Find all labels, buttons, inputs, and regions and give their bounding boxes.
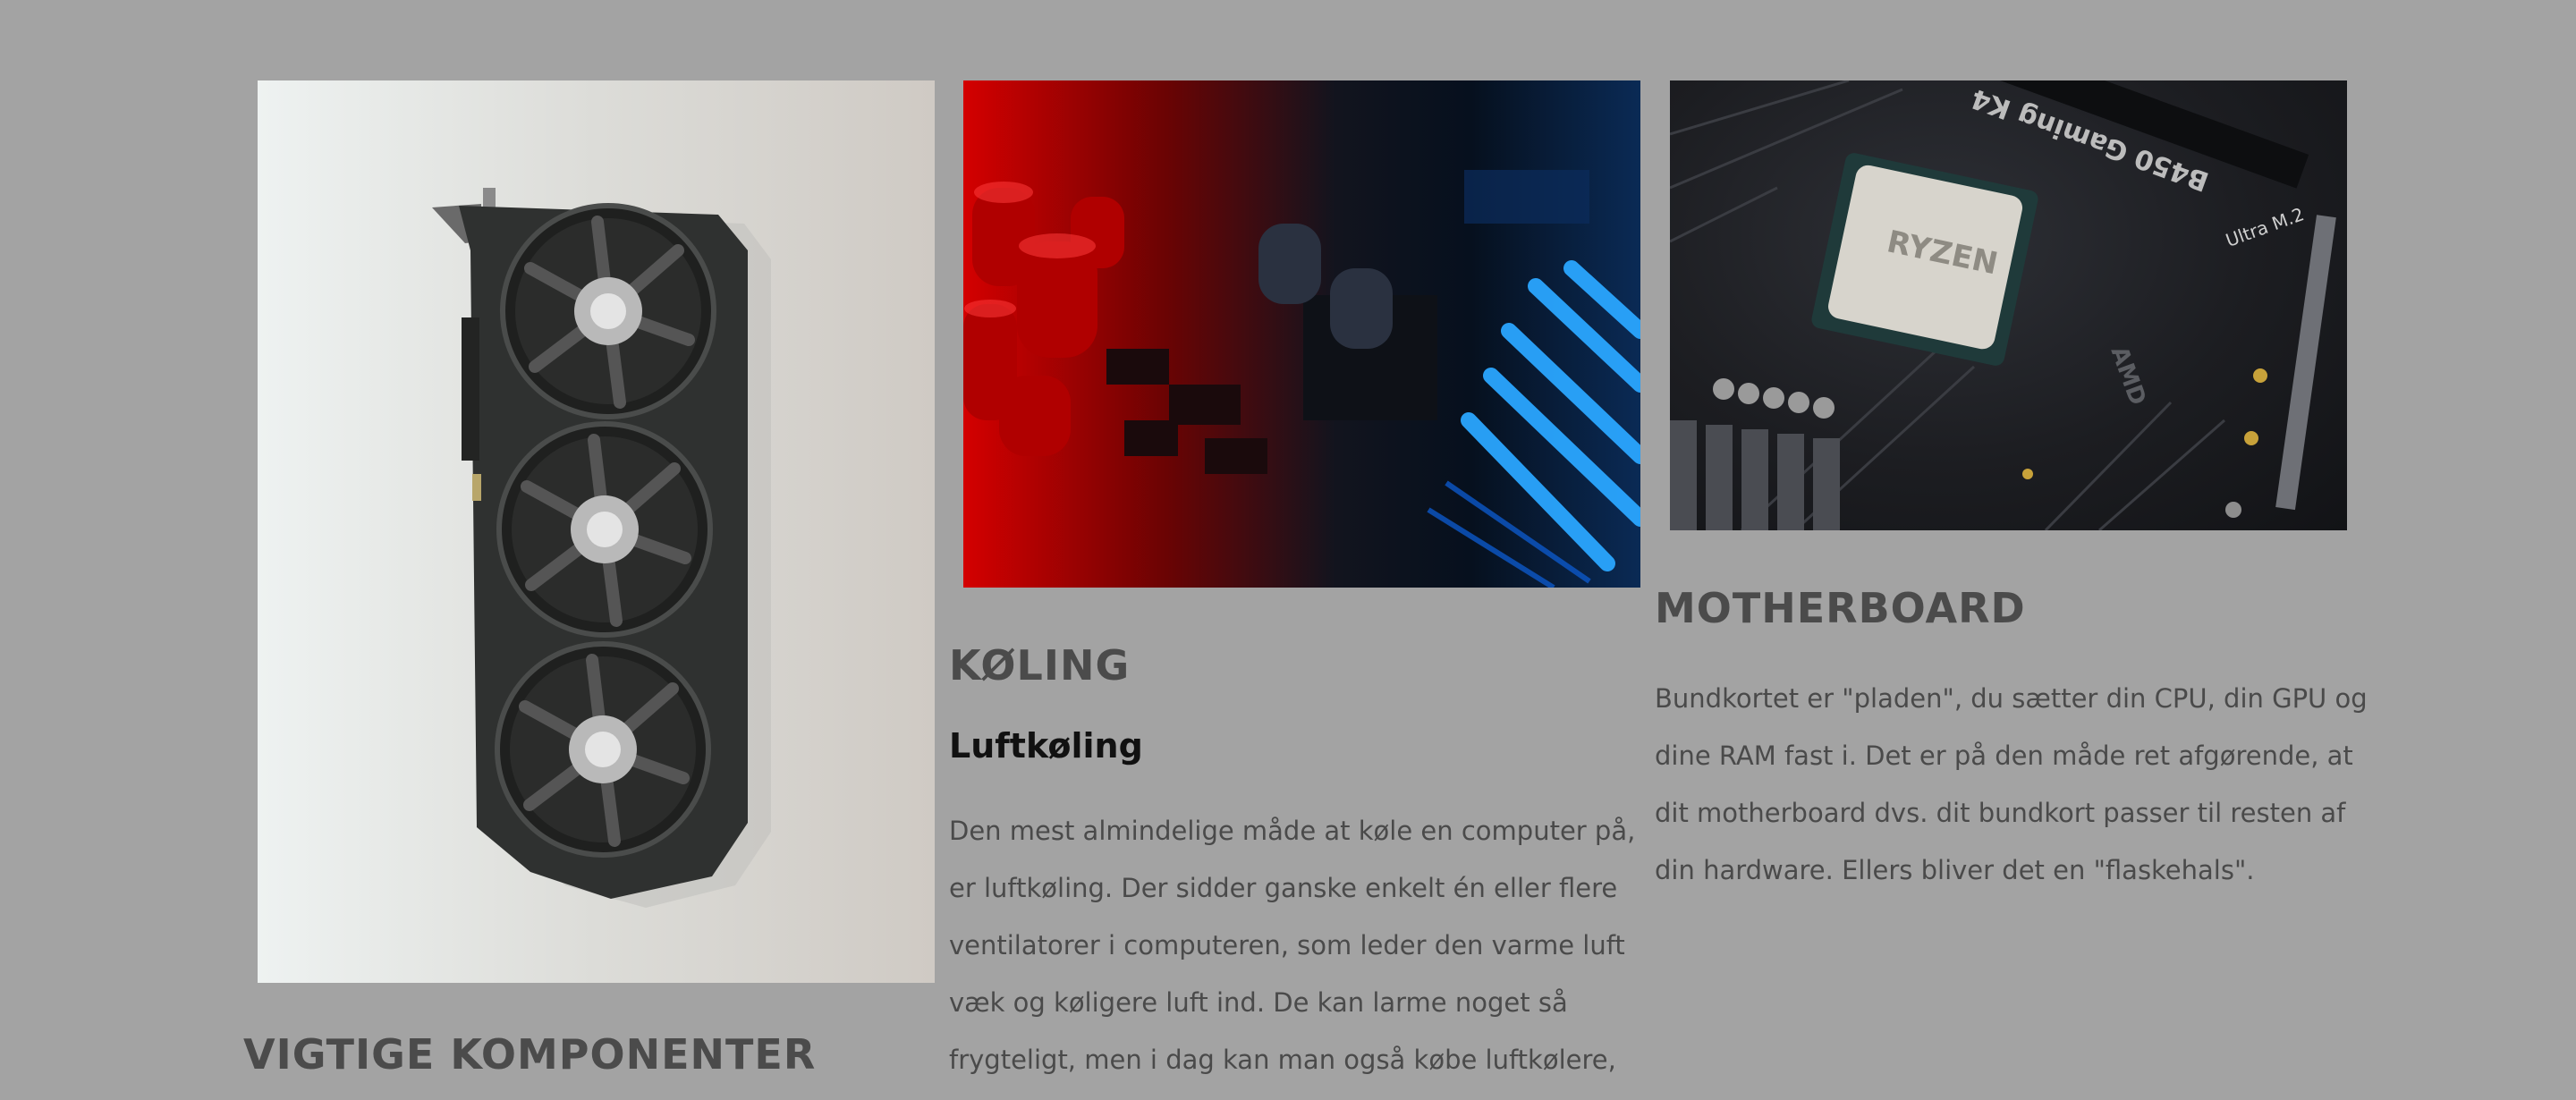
motherboard-illustration: B450 Gaming K4 RYZEN Ultra M.2 AMD [1670, 80, 2336, 530]
cooling-paragraph: Den mest almindelige måde at køle en com… [949, 816, 1636, 1075]
amd-chip-text: AMD [2106, 343, 2151, 409]
cooling-illustration [963, 170, 1640, 588]
motherboard-image: B450 Gaming K4 RYZEN Ultra M.2 AMD [1670, 80, 2347, 530]
section-heading-cooling: KØLING [949, 641, 1131, 690]
section-heading-motherboard: MOTHERBOARD [1655, 584, 2026, 632]
graphics-card-image [258, 80, 935, 983]
section-heading-components: VIGTIGE KOMPONENTER [243, 1030, 817, 1079]
m2-slot-label: Ultra M.2 [2223, 203, 2307, 251]
section-subheading-air-cooling: Luftkøling [949, 726, 1143, 766]
graphics-card-illustration [432, 188, 771, 908]
cooling-image [963, 80, 1640, 588]
motherboard-paragraph: Bundkortet er "pladen", du sætter din CP… [1655, 683, 2368, 885]
